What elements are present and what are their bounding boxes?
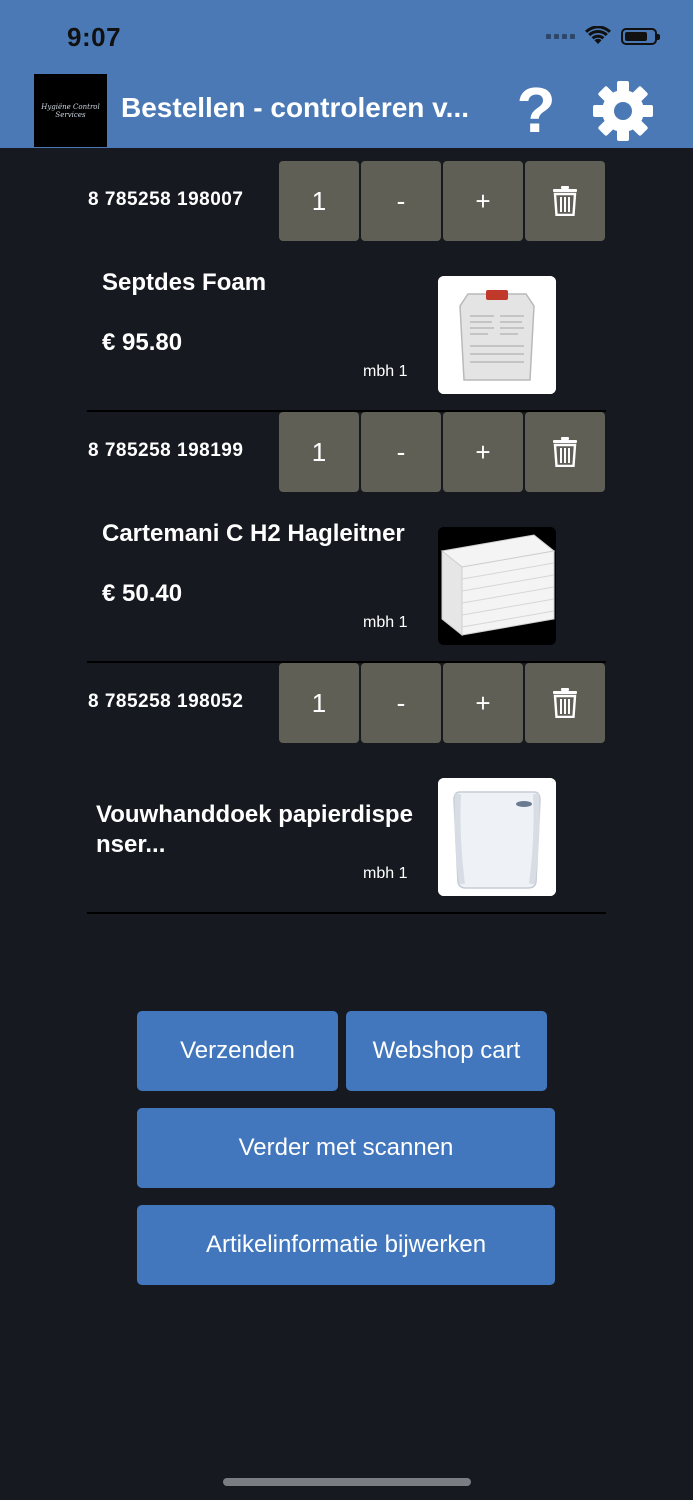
- help-button[interactable]: ?: [512, 74, 560, 146]
- delete-button[interactable]: [525, 161, 605, 241]
- company-logo: Hygiëne Control Services: [34, 74, 107, 147]
- update-article-info-button[interactable]: Artikelinformatie bijwerken: [137, 1205, 555, 1285]
- status-time: 9:07: [67, 22, 122, 52]
- product-name: Septdes Foam: [102, 269, 267, 296]
- item-barcode: 8 785258 198052: [88, 691, 244, 712]
- quantity-field[interactable]: 1: [279, 412, 359, 492]
- decrease-button[interactable]: -: [361, 412, 441, 492]
- delete-button[interactable]: [525, 663, 605, 743]
- product-name: Cartemani C H2 Hagleitner: [102, 520, 405, 547]
- product-image: [438, 527, 556, 645]
- cellular-signal-icon: [546, 33, 575, 39]
- product-name: Vouwhanddoek papierdispe nser...: [96, 801, 413, 858]
- home-indicator[interactable]: [223, 1478, 471, 1486]
- item-barcode: 8 785258 198007: [88, 189, 244, 210]
- webshop-cart-button[interactable]: Webshop cart: [346, 1011, 547, 1091]
- order-item: 8 785258 198199 1 - + Cartemani C H2 Hag…: [87, 412, 606, 663]
- page-title: Bestellen - controleren v...: [121, 92, 470, 123]
- delete-button[interactable]: [525, 412, 605, 492]
- app-header: 9:07 Hygiëne Control Services Bestellen …: [0, 0, 693, 148]
- send-button[interactable]: Verzenden: [137, 1011, 338, 1091]
- help-icon: ?: [516, 74, 556, 146]
- settings-button[interactable]: [590, 78, 656, 144]
- item-barcode: 8 785258 198199: [88, 440, 244, 461]
- product-mbh: mbh 1: [363, 363, 408, 380]
- trash-icon: [553, 688, 577, 718]
- product-price: € 95.80: [102, 329, 183, 356]
- trash-icon: [553, 186, 577, 216]
- decrease-button[interactable]: -: [361, 663, 441, 743]
- logo-subtext: Services: [55, 110, 86, 119]
- product-mbh: mbh 1: [363, 865, 408, 882]
- trash-icon: [553, 437, 577, 467]
- wifi-icon: [585, 26, 611, 44]
- product-mbh: mbh 1: [363, 614, 408, 631]
- order-item: 8 785258 198052 1 - + Vouwhanddoek papie…: [87, 663, 606, 914]
- continue-scanning-button[interactable]: Verder met scannen: [137, 1108, 555, 1188]
- product-price: € 50.40: [102, 580, 183, 607]
- logo-text: Hygiëne Control: [41, 102, 100, 111]
- gear-icon: [593, 81, 653, 141]
- product-image: [438, 276, 556, 394]
- increase-button[interactable]: +: [443, 412, 523, 492]
- quantity-field[interactable]: 1: [279, 663, 359, 743]
- quantity-field[interactable]: 1: [279, 161, 359, 241]
- product-image: [438, 778, 556, 896]
- item-divider: [87, 912, 606, 914]
- increase-button[interactable]: +: [443, 663, 523, 743]
- order-item: 8 785258 198007 1 - + Septdes Foam € 95.…: [87, 161, 606, 412]
- status-icons: [546, 26, 660, 46]
- increase-button[interactable]: +: [443, 161, 523, 241]
- battery-icon: [621, 27, 660, 45]
- decrease-button[interactable]: -: [361, 161, 441, 241]
